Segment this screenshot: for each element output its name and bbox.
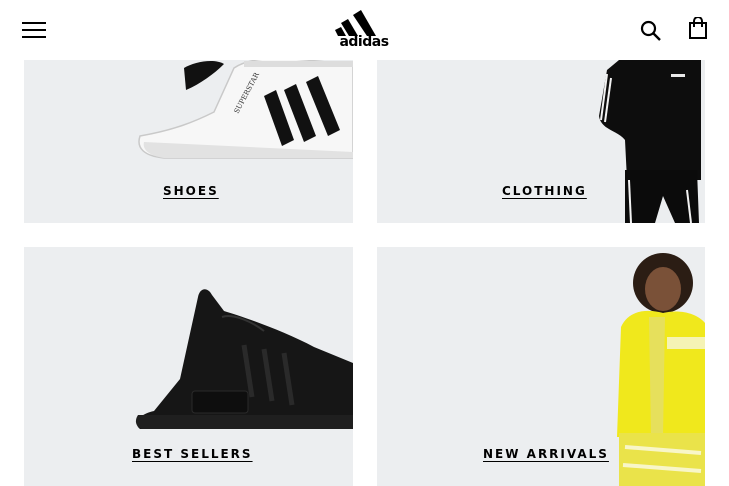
superstar-sneaker-image: SUPERSTAR <box>138 60 353 159</box>
black-nmd-sneaker-image <box>135 289 353 429</box>
tile-label-new-arrivals[interactable]: NEW ARRIVALS <box>483 447 609 461</box>
adidas-logo[interactable]: adidas <box>334 10 394 52</box>
tile-label-best-sellers[interactable]: BEST SELLERS <box>132 447 253 461</box>
brand-wordmark: adidas <box>339 34 389 50</box>
category-tile-shoes[interactable]: SUPERSTAR SHOES <box>24 60 353 223</box>
shopping-bag-icon[interactable] <box>688 16 708 39</box>
tile-label-clothing[interactable]: CLOTHING <box>502 184 587 198</box>
category-tile-new-arrivals[interactable]: NEW ARRIVALS <box>377 247 705 486</box>
adidas-stripes-icon <box>335 10 376 36</box>
search-icon[interactable] <box>640 20 662 42</box>
category-tile-clothing[interactable]: CLOTHING <box>377 60 705 223</box>
category-tile-best-sellers[interactable]: BEST SELLERS <box>24 247 353 486</box>
site-header: adidas <box>0 0 729 60</box>
tile-label-shoes[interactable]: SHOES <box>163 184 219 198</box>
black-track-suit-image <box>599 60 701 223</box>
yellow-track-suit-model-image <box>617 253 705 486</box>
hamburger-menu-icon[interactable] <box>22 22 46 38</box>
